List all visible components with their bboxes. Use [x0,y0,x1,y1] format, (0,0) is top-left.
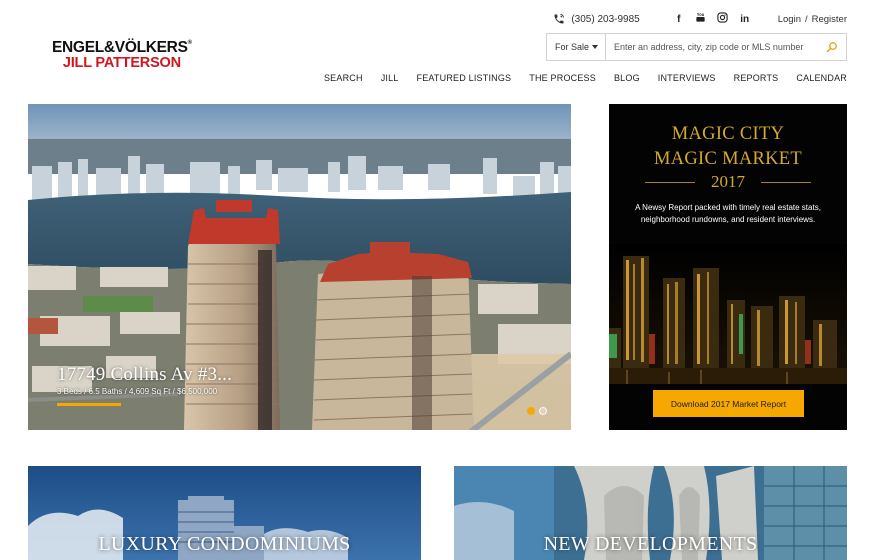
registered-mark: ® [187,40,192,46]
night-skyline-image [609,244,847,384]
logo-line-1: ENGEL&VÖLKERS® [52,40,192,56]
developments-tile-title: NEW DEVELOPMENTS [543,533,758,555]
slider-dot[interactable] [527,407,535,415]
slider-dot[interactable] [539,407,547,415]
phone-number: (305) 203-9985 [571,13,640,25]
nav-calendar[interactable]: CALENDAR [796,73,847,83]
promo-description: A Newsy Report packed with timely real e… [635,203,821,224]
promo-title: MAGIC CITY MAGIC MARKET [609,122,847,172]
nav-jill[interactable]: JILL [381,73,399,83]
address-search-input[interactable] [606,34,818,60]
utility-bar: (305) 203-9985 f You in Login / Register [553,11,847,27]
download-report-button[interactable]: Download 2017 Market Report [653,390,804,417]
promo-title-line-2: MAGIC MARKET [653,149,802,169]
social-links: f You in [668,12,756,26]
search-button[interactable] [818,41,846,53]
property-search-bar: For Sale [546,33,847,61]
phone-icon [554,14,565,24]
caption-underline [57,403,121,406]
listing-address: 17749 Collins Av #3... [57,364,233,385]
caret-down-icon [592,45,598,49]
login-link[interactable]: Login [778,14,801,25]
luxury-tile-title: LUXURY CONDOMINIUMS [98,533,351,555]
luxury-condominiums-tile[interactable]: LUXURY CONDOMINIUMS [28,466,421,560]
register-link[interactable]: Register [812,14,847,25]
nav-interviews[interactable]: INTERVIEWS [658,73,716,83]
auth-separator: / [804,13,808,25]
youtube-icon[interactable]: You [695,12,707,26]
instagram-icon[interactable] [717,12,729,26]
nav-featured-listings[interactable]: FEATURED LISTINGS [417,73,512,83]
svg-text:You: You [697,12,705,17]
promo-year: 2017 [711,172,745,191]
gold-rule-right [761,182,811,183]
new-developments-tile[interactable]: NEW DEVELOPMENTS [454,466,847,560]
slider-dots [527,407,551,415]
listing-type-value: For Sale [555,42,590,52]
listing-type-select[interactable]: For Sale [547,34,606,60]
logo-line-2: JILL PATTERSON [62,54,181,71]
brand-logo[interactable]: ENGEL&VÖLKERS® JILL PATTERSON [52,40,192,70]
market-report-promo: MAGIC CITY MAGIC MARKET 2017 A Newsy Rep… [609,104,847,430]
linkedin-icon[interactable]: in [739,14,751,25]
auth-links: Login / Register [778,14,847,25]
promo-title-line-1: MAGIC CITY [671,124,785,144]
nav-reports[interactable]: REPORTS [734,73,779,83]
nav-search[interactable]: SEARCH [324,73,363,83]
facebook-icon[interactable]: f [673,14,685,25]
search-icon [826,42,837,53]
listing-details: 3 Beds / 6.5 Baths / 4,609 Sq Ft / $6,50… [57,387,218,396]
phone-link[interactable]: (305) 203-9985 [553,13,640,25]
listing-caption[interactable]: 17749 Collins Av #3... 3 Beds / 6.5 Bath… [57,364,232,406]
nav-blog[interactable]: BLOG [614,73,640,83]
nav-the-process[interactable]: THE PROCESS [529,73,596,83]
logo-brand-text: ENGEL&VÖLKERS [52,39,188,56]
main-nav: SEARCH JILL FEATURED LISTINGS THE PROCES… [306,73,847,83]
hero-slider[interactable]: 17749 Collins Av #3... 3 Beds / 6.5 Bath… [28,104,571,430]
